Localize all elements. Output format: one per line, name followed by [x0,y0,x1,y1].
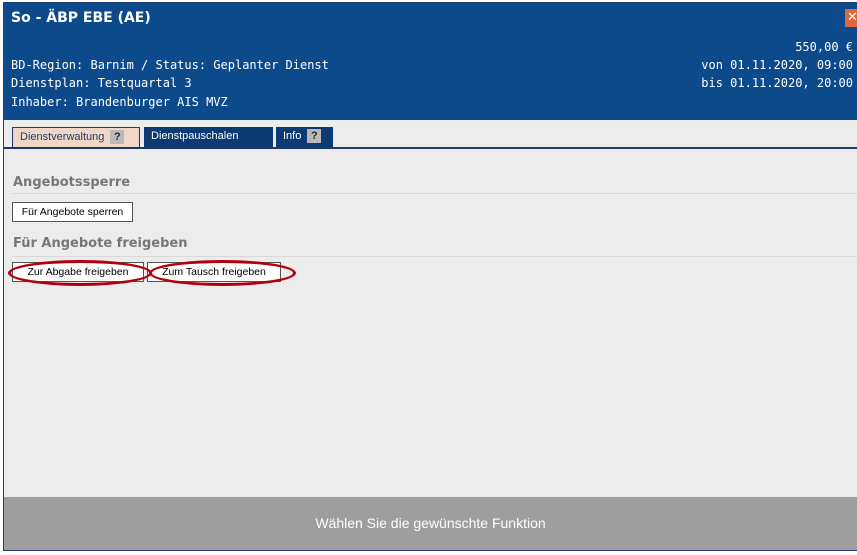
help-icon[interactable]: ? [110,130,125,145]
owner: Inhaber: Brandenburger AIS MVZ [11,95,228,109]
release-handover-button[interactable]: Zur Abgabe freigeben [12,262,144,282]
dialog-window: So - ÄBP EBE (AE) ✕ 550,00 € BD-Region: … [3,2,857,551]
price-value: 550,00 € [795,40,853,54]
tab-info-label: Info [283,130,302,142]
dialog-header: So - ÄBP EBE (AE) ✕ 550,00 € BD-Region: … [4,3,857,120]
tab-dienstpauschalen[interactable]: Dienstpauschalen [144,127,273,147]
tab-bar: Dienstverwaltung? Dienstpauschalen Info? [4,120,857,149]
close-icon[interactable]: ✕ [845,9,857,27]
tab-dienstverwaltung-label: Dienstverwaltung [20,131,105,143]
start-datetime: von 01.11.2020, 09:00 [701,58,853,72]
section-title-freigeben: Für Angebote freigeben [13,236,188,251]
lock-offers-button[interactable]: Für Angebote sperren [12,202,133,222]
end-datetime: bis 01.11.2020, 20:00 [701,76,853,90]
region-status: BD-Region: Barnim / Status: Geplanter Di… [11,58,329,72]
duty-plan: Dienstplan: Testquartal 3 [11,76,192,90]
status-footer: Wählen Sie die gewünschte Funktion [4,497,857,550]
tab-dienstpauschalen-label: Dienstpauschalen [151,130,239,142]
help-icon[interactable]: ? [307,129,322,144]
release-swap-button[interactable]: Zum Tausch freigeben [147,262,281,282]
tab-info[interactable]: Info? [276,127,333,147]
divider [12,256,857,257]
divider [12,193,857,194]
dialog-title: So - ÄBP EBE (AE) [11,10,151,26]
section-title-angebotssperre: Angebotssperre [13,175,131,190]
tab-dienstverwaltung[interactable]: Dienstverwaltung? [12,127,140,147]
